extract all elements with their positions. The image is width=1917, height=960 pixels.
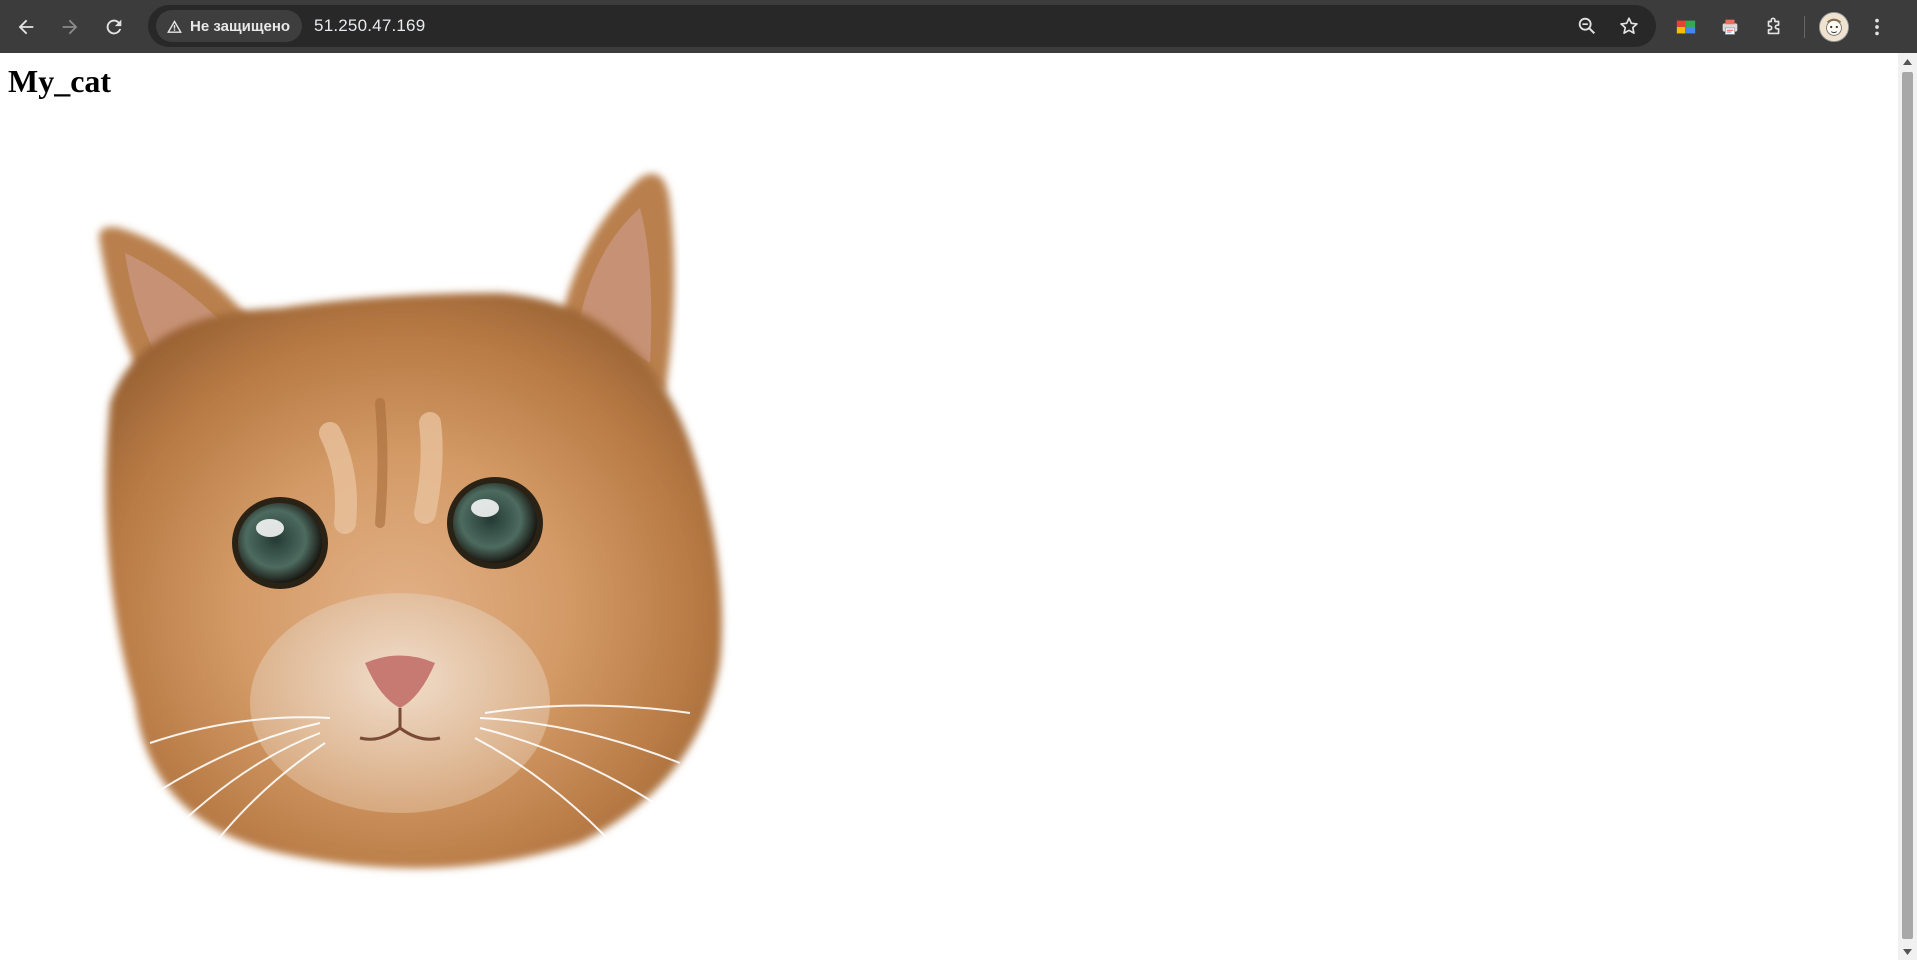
- web-page: My_cat: [0, 53, 1898, 960]
- color-palette-extension-icon: [1676, 20, 1696, 33]
- zoom-button[interactable]: [1574, 13, 1600, 39]
- browser-menu-button[interactable]: [1859, 5, 1895, 49]
- zoom-icon: [1578, 17, 1596, 35]
- extensions-button[interactable]: [1752, 5, 1796, 49]
- warning-triangle-icon: [167, 19, 182, 33]
- palette-extension-button[interactable]: [1664, 5, 1708, 49]
- scroll-up-button[interactable]: [1898, 53, 1917, 70]
- forward-button[interactable]: [48, 5, 92, 49]
- browser-toolbar: Не защищено 51.250.47.169: [0, 0, 1917, 53]
- toolbar-divider: [1804, 15, 1805, 38]
- extensions-area: [1664, 0, 1895, 53]
- url-text[interactable]: 51.250.47.169: [314, 16, 425, 36]
- reload-button[interactable]: [92, 5, 136, 49]
- profile-face-icon: [1820, 12, 1848, 41]
- print-extension-icon: [1722, 19, 1738, 35]
- cat-face-image: [99, 173, 723, 869]
- forward-arrow-icon: [62, 19, 78, 34]
- star-icon: [1620, 17, 1638, 34]
- page-heading: My_cat: [8, 63, 112, 99]
- print-extension-button[interactable]: [1708, 5, 1752, 49]
- kebab-menu-icon: [1875, 18, 1879, 35]
- reload-icon: [106, 19, 122, 34]
- vertical-scrollbar[interactable]: [1898, 53, 1917, 960]
- security-label: Не защищено: [190, 17, 291, 35]
- puzzle-icon: [1767, 16, 1780, 34]
- triangle-up-icon: [1903, 58, 1912, 65]
- back-button[interactable]: [4, 5, 48, 49]
- avatar[interactable]: [1819, 11, 1849, 42]
- back-arrow-icon: [18, 19, 34, 34]
- scroll-thumb[interactable]: [1902, 72, 1913, 939]
- triangle-down-icon: [1903, 948, 1912, 955]
- address-bar[interactable]: Не защищено 51.250.47.169: [148, 5, 1656, 47]
- scroll-down-button[interactable]: [1898, 943, 1917, 960]
- bookmark-button[interactable]: [1616, 13, 1642, 39]
- security-indicator[interactable]: Не защищено: [156, 10, 303, 42]
